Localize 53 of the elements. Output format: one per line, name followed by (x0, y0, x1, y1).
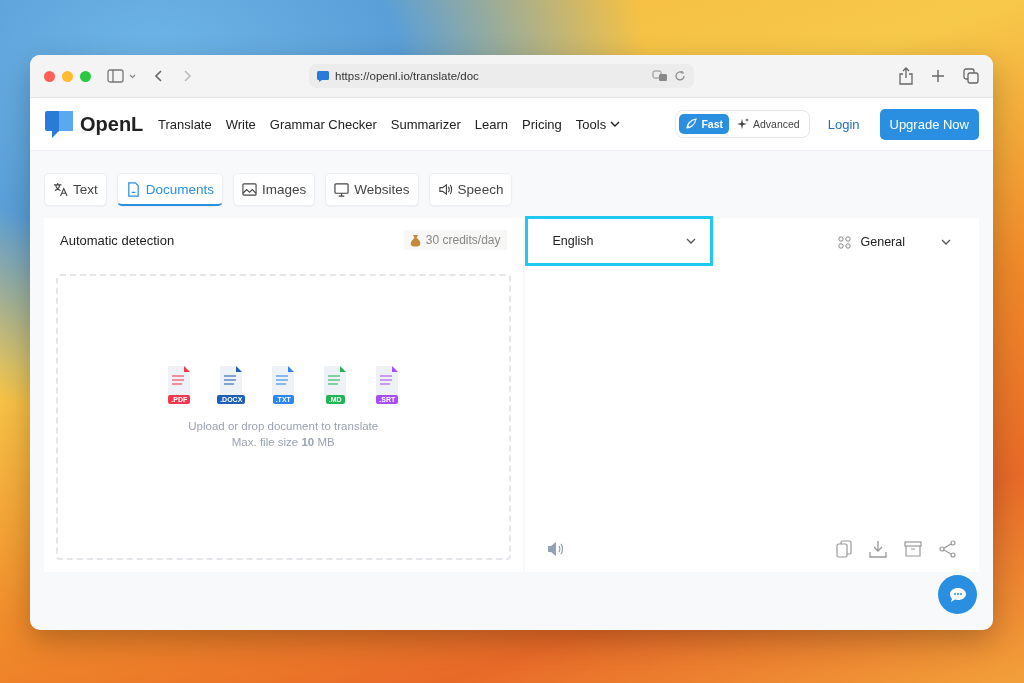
chat-button[interactable] (938, 575, 977, 614)
share-icon[interactable] (939, 540, 957, 558)
nav-link[interactable]: Summarizer (390, 116, 461, 132)
grid-icon (837, 235, 851, 249)
nav-link[interactable]: Translate (158, 116, 212, 132)
nav-link[interactable]: Learn (474, 116, 509, 132)
nav-link[interactable]: Grammar Checker (269, 116, 377, 132)
chat-bubble-icon (948, 586, 967, 603)
monitor-icon (334, 182, 350, 197)
upload-hint: Upload or drop document to translate (188, 420, 379, 432)
domain-dropdown[interactable]: General (831, 234, 957, 250)
logo-icon (44, 109, 74, 139)
close-icon[interactable] (44, 70, 55, 82)
document-icon (125, 181, 141, 197)
login-link[interactable]: Login (827, 116, 860, 132)
money-bag-icon (409, 233, 421, 247)
forward-icon[interactable] (181, 69, 193, 83)
address-bar[interactable]: https://openl.io/translate/doc (309, 64, 694, 88)
tab[interactable]: Documents (116, 173, 224, 206)
plus-icon[interactable] (931, 69, 945, 83)
back-icon[interactable] (153, 69, 165, 83)
copy-icon[interactable] (836, 540, 852, 558)
chevron-down-icon (941, 238, 951, 246)
credits-badge: 30 credits/day (403, 230, 507, 250)
zoom-icon[interactable] (80, 70, 91, 82)
speaker-icon (437, 182, 453, 197)
speaker-icon[interactable] (546, 541, 565, 557)
site-icon (317, 70, 329, 82)
brand-name[interactable]: OpenL (80, 112, 144, 136)
tab[interactable]: Speech (428, 173, 513, 206)
target-language-dropdown[interactable]: English (524, 216, 713, 266)
nav-link[interactable]: Tools (575, 116, 621, 132)
sidebar-icon[interactable] (107, 69, 137, 83)
reload-icon[interactable] (674, 70, 686, 82)
nav-link[interactable]: Write (225, 116, 256, 132)
archive-icon[interactable] (904, 541, 922, 557)
translate-icon (53, 182, 68, 197)
nav-link[interactable]: Pricing (522, 116, 562, 132)
translate-icon[interactable] (652, 70, 668, 82)
image-icon (242, 182, 258, 197)
sparkle-icon (737, 118, 749, 130)
chevron-down-icon (685, 237, 696, 245)
mode-button[interactable]: Advanced (731, 114, 806, 134)
file-size-limit: Max. file size 10 MB (231, 436, 335, 448)
share-icon[interactable] (899, 67, 913, 85)
tab[interactable]: Text (44, 173, 107, 206)
tab[interactable]: Images (233, 173, 316, 206)
download-icon[interactable] (869, 540, 887, 558)
minimize-icon[interactable] (62, 70, 73, 82)
source-language[interactable]: Automatic detection (60, 232, 175, 248)
tabs-overview-icon[interactable] (963, 68, 979, 84)
chevron-down-icon (610, 120, 621, 128)
tab[interactable]: Websites (325, 173, 419, 206)
